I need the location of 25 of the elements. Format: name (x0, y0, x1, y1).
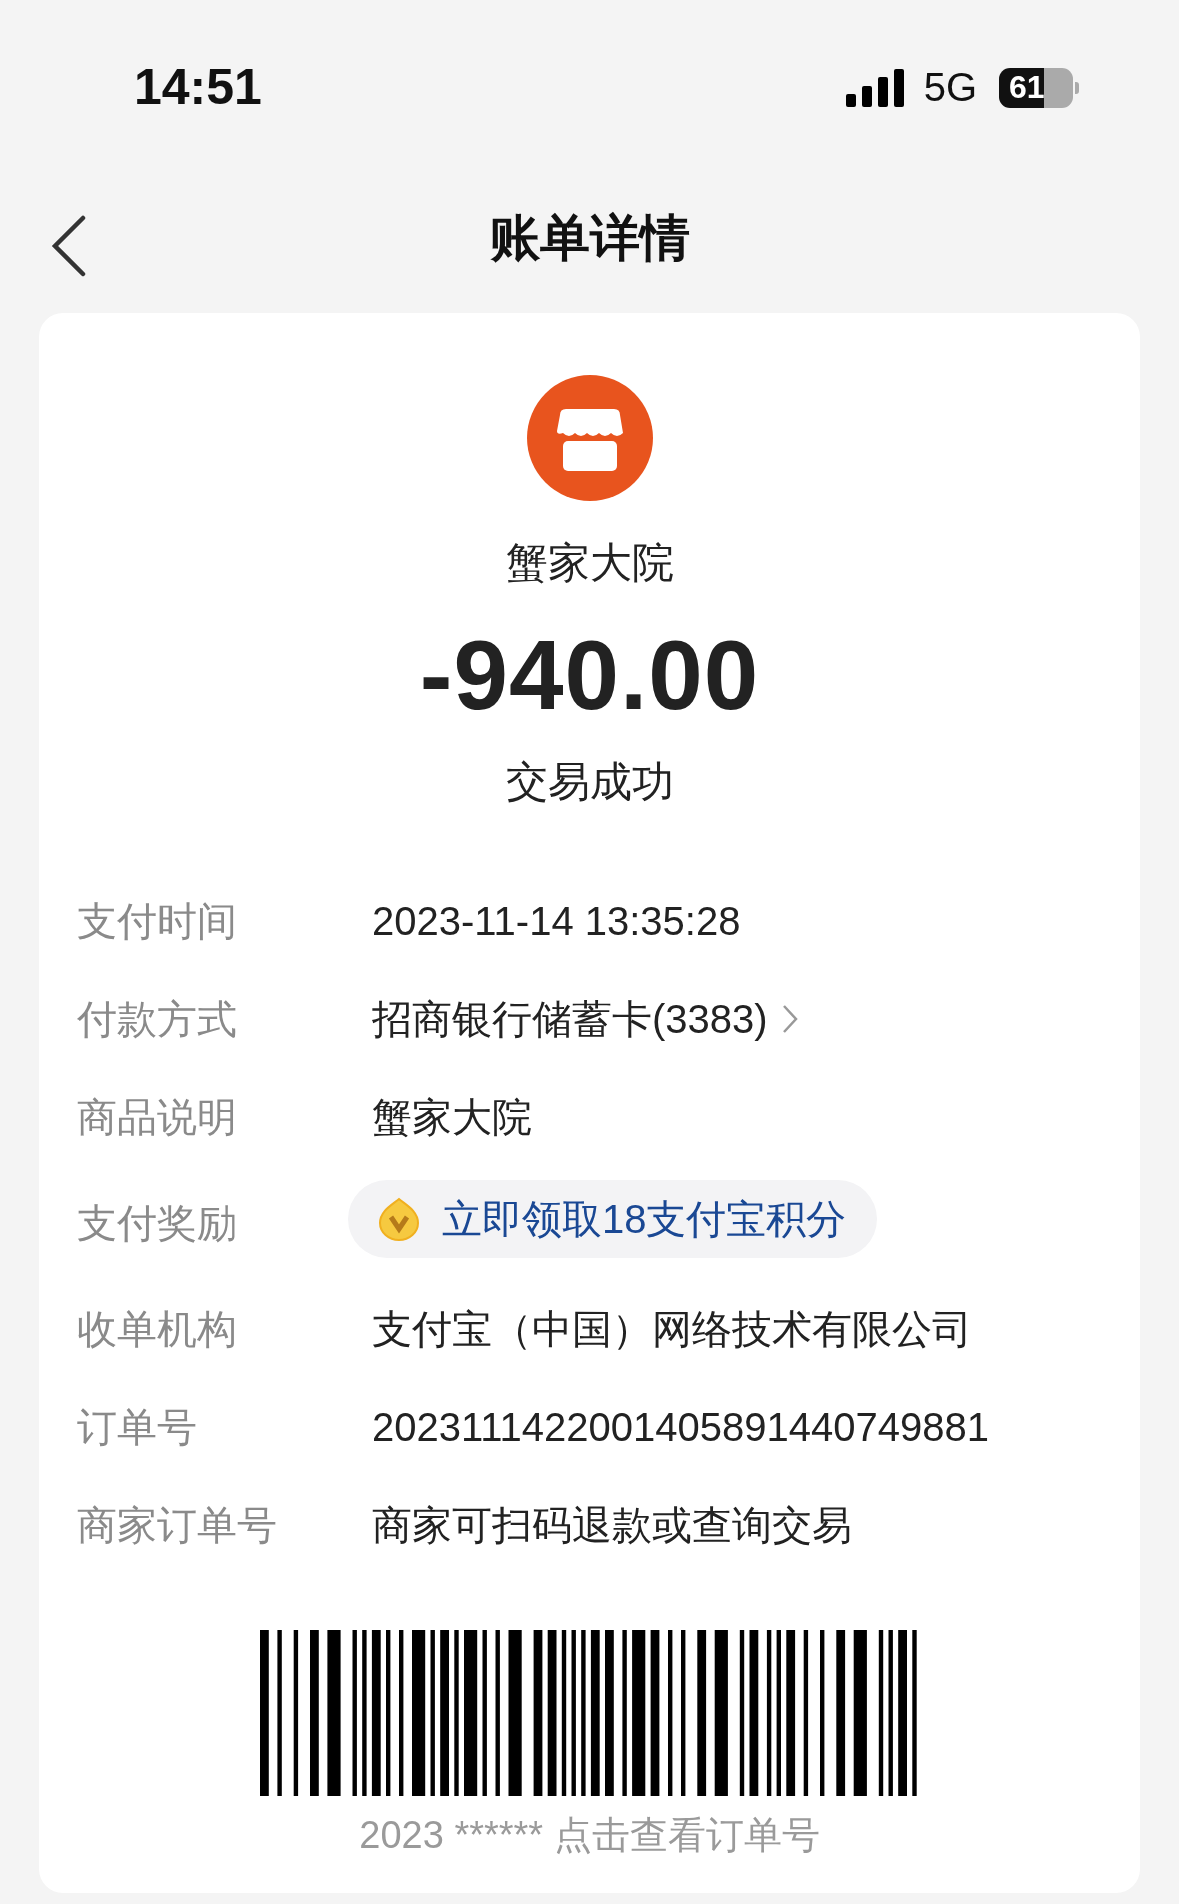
reward-button[interactable]: 立即领取18支付宝积分 (348, 1180, 877, 1258)
chevron-right-icon (781, 1004, 798, 1034)
network-label: 5G (923, 65, 977, 110)
battery-icon: 61 (999, 67, 1073, 108)
transaction-status: 交易成功 (505, 757, 674, 807)
field-value: 支付宝（中国）网络技术有限公司 (372, 1306, 972, 1351)
field-label: 收单机构 (77, 1305, 238, 1353)
field-value: 2023-11-14 13:35:28 (372, 898, 741, 943)
field-label: 支付奖励 (77, 1199, 238, 1247)
store-icon (526, 375, 653, 501)
field-label: 订单号 (77, 1403, 198, 1451)
field-label: 付款方式 (77, 995, 238, 1043)
payment-method-link[interactable]: 招商银行储蓄卡(3383) (372, 991, 768, 1047)
status-time: 14:51 (134, 57, 263, 117)
field-label: 商品说明 (77, 1093, 238, 1141)
field-value: 商家可扫码退款或查询交易 (372, 1502, 852, 1547)
page-title: 账单详情 (489, 208, 690, 268)
field-label: 商家订单号 (77, 1501, 278, 1549)
merchant-name: 蟹家大院 (505, 538, 674, 588)
signal-icon (845, 68, 904, 107)
coin-icon (378, 1197, 420, 1241)
field-value: 蟹家大院 (372, 1094, 532, 1139)
amount: -940.00 (419, 619, 760, 732)
field-label: 支付时间 (77, 897, 238, 945)
field-value: 2023111422001405891440749881 (372, 1404, 989, 1449)
